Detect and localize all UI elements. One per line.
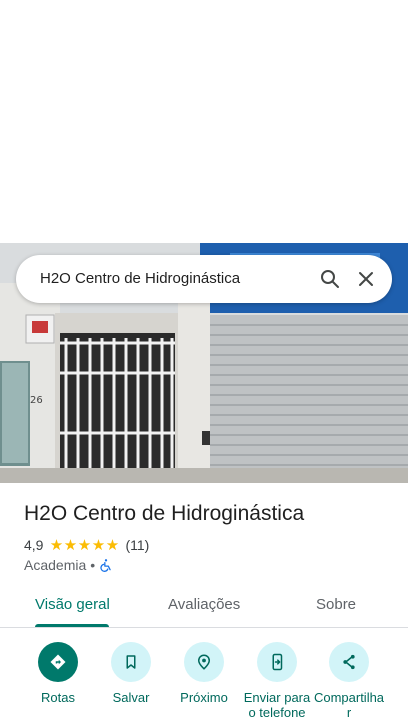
- wheelchair-icon: [99, 558, 113, 572]
- review-count[interactable]: (11): [125, 537, 149, 553]
- share-button[interactable]: Compartilhar: [312, 642, 386, 720]
- star-icon: ★: [91, 536, 106, 554]
- search-bar[interactable]: H2O Centro de Hidroginástica: [16, 255, 392, 303]
- search-icon[interactable]: [318, 267, 342, 291]
- close-icon[interactable]: [354, 267, 378, 291]
- tab-overview[interactable]: Visão geral: [35, 596, 110, 613]
- rating-row[interactable]: 4,9 ★ ★ ★ ★ ★ (11): [24, 536, 149, 554]
- star-icon: ★: [63, 536, 78, 554]
- place-tabs: Visão geral Avaliações Sobre: [0, 586, 408, 628]
- category-row: Academia •: [24, 557, 113, 573]
- nearby-button[interactable]: Próximo: [167, 642, 241, 705]
- directions-label: Rotas: [41, 690, 75, 705]
- directions-button[interactable]: Rotas: [21, 642, 95, 705]
- save-label: Salvar: [112, 690, 150, 705]
- svg-text:26: 26: [30, 395, 43, 406]
- action-buttons: Rotas Salvar Próximo Enviar para o telef…: [0, 642, 408, 726]
- rating-value: 4,9: [24, 537, 44, 553]
- tab-reviews[interactable]: Avaliações: [168, 596, 240, 613]
- star-icon: ★: [77, 536, 92, 554]
- place-title: H2O Centro de Hidroginástica: [24, 502, 305, 525]
- nearby-icon[interactable]: [184, 642, 224, 682]
- tab-about[interactable]: Sobre: [316, 596, 356, 613]
- save-button[interactable]: Salvar: [94, 642, 168, 705]
- separator-dot: •: [90, 557, 96, 573]
- star-rating: ★ ★ ★ ★ ★: [49, 538, 119, 553]
- share-icon[interactable]: [329, 642, 369, 682]
- search-query-text[interactable]: H2O Centro de Hidroginástica: [40, 270, 240, 287]
- directions-icon[interactable]: [38, 642, 78, 682]
- nearby-label: Próximo: [180, 690, 228, 705]
- send-to-phone-icon[interactable]: [257, 642, 297, 682]
- share-label: Compartilhar: [313, 690, 385, 720]
- send-to-phone-label: Enviar para o telefone: [243, 690, 311, 720]
- star-icon: ★: [49, 536, 64, 554]
- star-icon: ★: [105, 536, 120, 554]
- place-category: Academia: [24, 557, 87, 573]
- bookmark-icon[interactable]: [111, 642, 151, 682]
- active-tab-indicator: [35, 624, 109, 627]
- send-to-phone-button[interactable]: Enviar para o telefone: [240, 642, 314, 720]
- map-area-blank: [0, 0, 408, 243]
